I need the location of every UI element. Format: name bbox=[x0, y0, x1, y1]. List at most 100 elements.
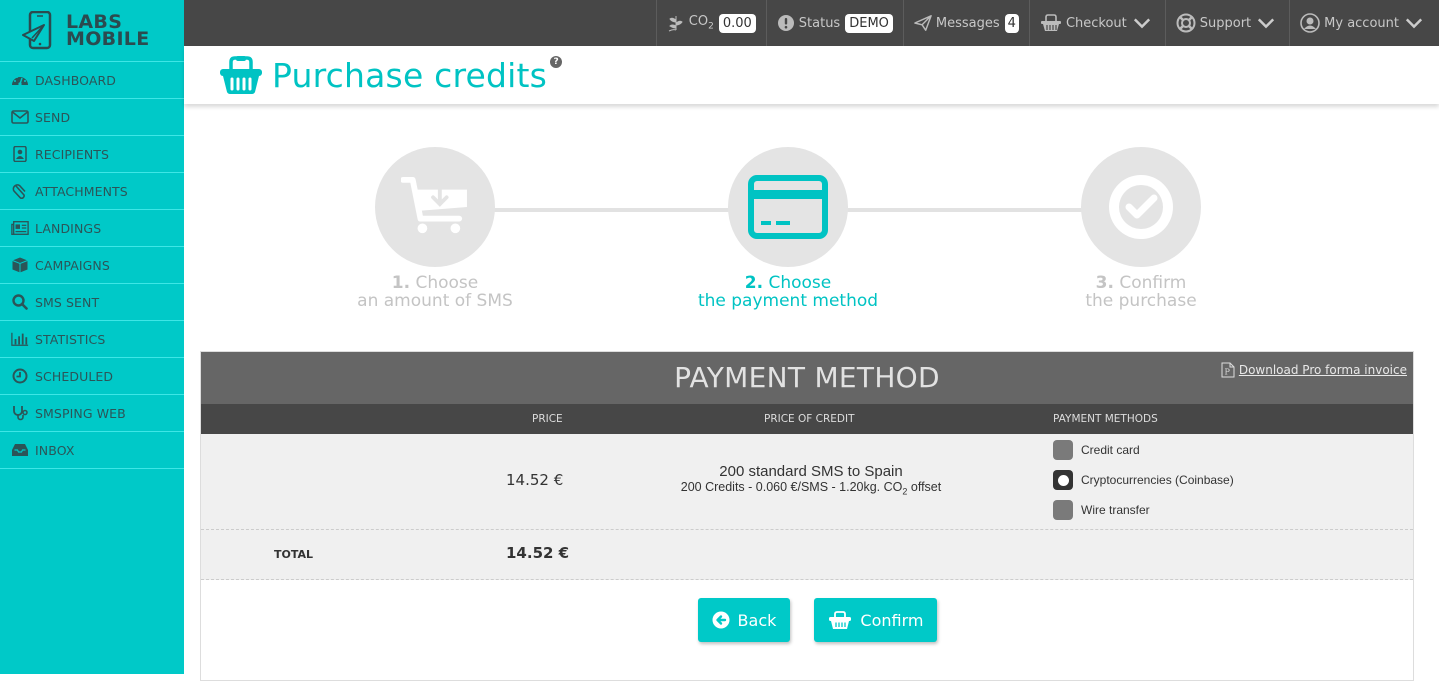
sidebar-item-campaigns[interactable]: CAMPAIGNS bbox=[0, 247, 184, 284]
help-icon[interactable]: ? bbox=[550, 56, 562, 68]
sidebar-item-label: LANDINGS bbox=[35, 221, 101, 236]
sidebar-item-label: INBOX bbox=[35, 443, 75, 458]
sidebar-item-dashboard[interactable]: DASHBOARD bbox=[0, 62, 184, 99]
sidebar-item-label: DASHBOARD bbox=[35, 73, 116, 88]
row-price: 14.52 € bbox=[506, 471, 563, 489]
confirm-button[interactable]: Confirm bbox=[814, 598, 937, 642]
chevron-down-icon bbox=[1405, 14, 1423, 32]
sidebar-item-scheduled[interactable]: SCHEDULED bbox=[0, 358, 184, 395]
product-name: 200 standard SMS to Spain bbox=[621, 463, 1001, 480]
step-2-label: 2. Choose the payment method bbox=[658, 274, 918, 310]
search-icon bbox=[10, 293, 30, 311]
support-menu[interactable]: Support bbox=[1165, 0, 1289, 46]
sidebar-item-send[interactable]: SEND bbox=[0, 99, 184, 136]
account-menu[interactable]: My account bbox=[1289, 0, 1439, 46]
checkout-menu[interactable]: Checkout bbox=[1029, 0, 1165, 46]
bar-chart-icon bbox=[10, 330, 30, 348]
back-button[interactable]: Back bbox=[698, 598, 791, 642]
sidebar-item-label: ATTACHMENTS bbox=[35, 184, 128, 199]
step-connector bbox=[494, 208, 744, 212]
exclamation-icon bbox=[777, 14, 795, 32]
sidebar-item-label: RECIPIENTS bbox=[35, 147, 109, 162]
sidebar-item-label: SEND bbox=[35, 110, 70, 125]
leaf-icon bbox=[667, 14, 685, 32]
sidebar-item-recipients[interactable]: RECIPIENTS bbox=[0, 136, 184, 173]
dashboard-icon bbox=[10, 71, 30, 89]
step-2-circle bbox=[728, 147, 848, 267]
steps-progress: 1. Choose an amount of SMS 2. Choose the… bbox=[184, 104, 1439, 344]
co2-label: CO2 bbox=[689, 14, 714, 32]
account-label: My account bbox=[1324, 16, 1399, 31]
total-value: 14.52 € bbox=[506, 544, 569, 562]
messages-label: Messages bbox=[936, 16, 1000, 31]
total-label: TOTAL bbox=[274, 548, 313, 561]
payment-option-crypto[interactable]: Cryptocurrencies (Coinbase) bbox=[1053, 470, 1234, 490]
table-header: PRICE PRICE OF CREDIT PAYMENT METHODS bbox=[201, 404, 1413, 434]
radio-wire-transfer[interactable] bbox=[1053, 500, 1073, 520]
top-bar: CO2 0.00 Status DEMO Messages 4 Checkout… bbox=[184, 0, 1439, 46]
main-content: 1. Choose an amount of SMS 2. Choose the… bbox=[184, 104, 1439, 674]
co2-indicator[interactable]: CO2 0.00 bbox=[656, 0, 766, 46]
download-proforma-link[interactable]: P Download Pro forma invoice bbox=[1221, 362, 1407, 378]
svg-text:P: P bbox=[1224, 368, 1230, 377]
chevron-down-icon bbox=[1257, 14, 1275, 32]
status-indicator[interactable]: Status DEMO bbox=[766, 0, 903, 46]
step-3-label: 3. Confirm the purchase bbox=[1011, 274, 1271, 310]
sidebar-item-smsping-web[interactable]: SMSPING WEB bbox=[0, 395, 184, 432]
payment-option-credit-card[interactable]: Credit card bbox=[1053, 440, 1140, 460]
messages-button[interactable]: Messages 4 bbox=[903, 0, 1029, 46]
basket-icon bbox=[218, 55, 264, 95]
inbox-icon bbox=[10, 441, 30, 459]
paper-plane-icon bbox=[914, 14, 932, 32]
page-header: Purchase credits ? bbox=[184, 46, 1439, 104]
clock-icon bbox=[10, 367, 30, 385]
support-label: Support bbox=[1200, 16, 1251, 31]
sidebar-item-sms-sent[interactable]: SMS SENT bbox=[0, 284, 184, 321]
contacts-icon bbox=[10, 145, 30, 163]
sidebar-item-label: STATISTICS bbox=[35, 332, 105, 347]
arrow-left-circle-icon bbox=[712, 611, 730, 629]
basket-icon bbox=[1040, 14, 1062, 32]
sidebar-item-attachments[interactable]: ATTACHMENTS bbox=[0, 173, 184, 210]
logo[interactable]: LABS MOBILE bbox=[0, 0, 184, 62]
step-1-circle bbox=[375, 147, 495, 267]
cart-download-icon bbox=[401, 176, 469, 238]
status-badge: DEMO bbox=[845, 14, 893, 33]
checkout-label: Checkout bbox=[1066, 16, 1127, 31]
panel-header: PAYMENT METHOD P Download Pro forma invo… bbox=[201, 352, 1413, 404]
total-row: TOTAL 14.52 € bbox=[201, 530, 1413, 580]
sidebar: LABS MOBILE DASHBOARD SEND RECIPIENTS AT… bbox=[0, 0, 184, 674]
check-circle-icon bbox=[1109, 175, 1173, 239]
envelope-icon bbox=[10, 108, 30, 126]
cube-icon bbox=[10, 256, 30, 274]
newspaper-icon bbox=[10, 219, 30, 237]
messages-count: 4 bbox=[1005, 14, 1019, 33]
pdf-document-icon: P bbox=[1221, 362, 1235, 378]
co2-value: 0.00 bbox=[719, 14, 756, 33]
user-circle-icon bbox=[1300, 13, 1320, 33]
radio-credit-card[interactable] bbox=[1053, 440, 1073, 460]
chevron-down-icon bbox=[1133, 14, 1151, 32]
stethoscope-icon bbox=[10, 404, 30, 422]
column-price: PRICE bbox=[532, 413, 563, 425]
radio-crypto-selected[interactable] bbox=[1053, 470, 1073, 490]
logo-line2: MOBILE bbox=[66, 31, 150, 48]
sidebar-item-label: SMS SENT bbox=[35, 295, 99, 310]
product-details: 200 Credits - 0.060 €/SMS - 1.20kg. CO2 … bbox=[621, 480, 1001, 497]
phone-plane-icon bbox=[22, 11, 56, 51]
row-description: 200 standard SMS to Spain 200 Credits - … bbox=[621, 463, 1001, 497]
step-1-label: 1. Choose an amount of SMS bbox=[305, 274, 565, 310]
sidebar-item-label: SMSPING WEB bbox=[35, 406, 126, 421]
paperclip-icon bbox=[10, 182, 30, 200]
sidebar-item-label: SCHEDULED bbox=[35, 369, 113, 384]
credit-card-icon bbox=[748, 175, 828, 239]
sidebar-item-statistics[interactable]: STATISTICS bbox=[0, 321, 184, 358]
step-connector bbox=[847, 208, 1097, 212]
column-payment-methods: PAYMENT METHODS bbox=[1053, 413, 1158, 425]
payment-option-wire-transfer[interactable]: Wire transfer bbox=[1053, 500, 1150, 520]
table-row: 14.52 € 200 standard SMS to Spain 200 Cr… bbox=[201, 434, 1413, 530]
column-price-of-credit: PRICE OF CREDIT bbox=[764, 413, 855, 425]
basket-icon bbox=[828, 610, 852, 630]
sidebar-item-inbox[interactable]: INBOX bbox=[0, 432, 184, 469]
sidebar-item-landings[interactable]: LANDINGS bbox=[0, 210, 184, 247]
